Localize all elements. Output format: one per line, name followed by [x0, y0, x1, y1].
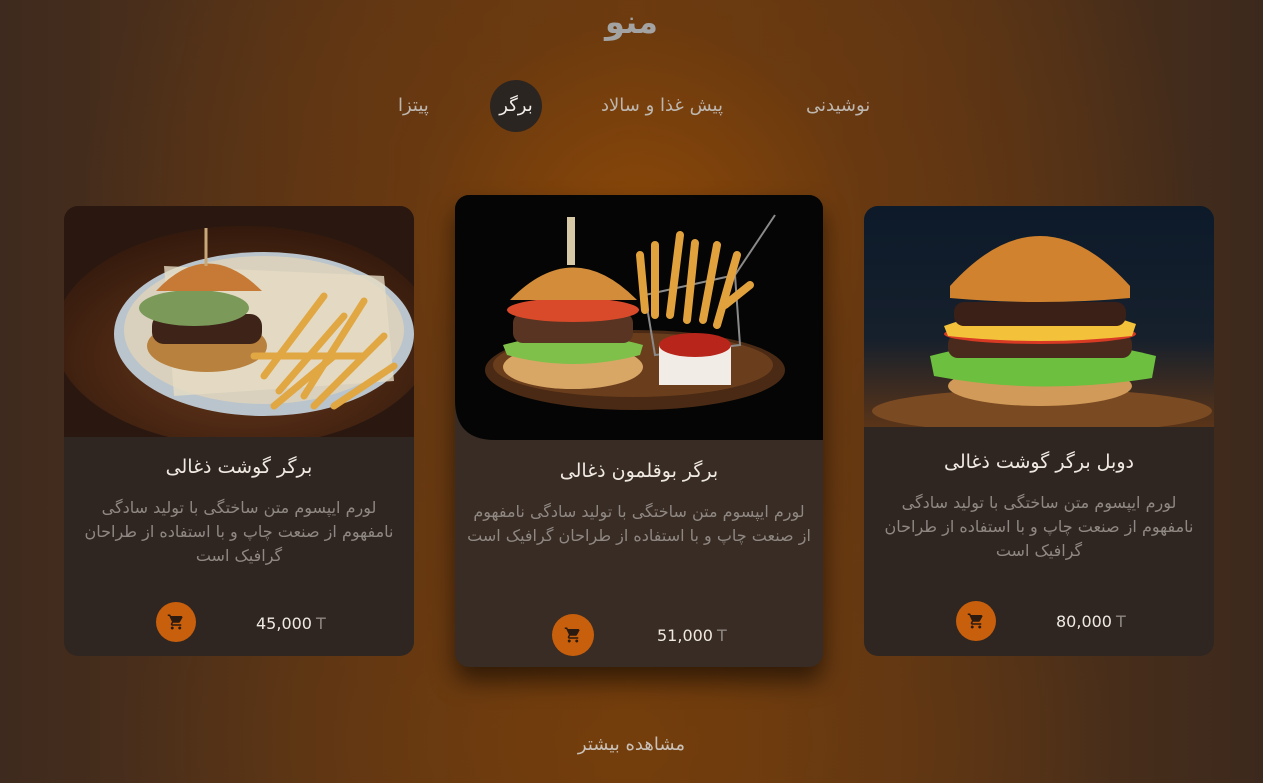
product-price: 51,000 T: [657, 626, 727, 645]
product-card[interactable]: دوبل برگر گوشت ذغالی لورم ایپسوم متن ساخ…: [864, 206, 1214, 656]
shopping-cart-icon: [167, 613, 185, 631]
page-title: منو: [605, 3, 658, 41]
product-price: 45,000 T: [256, 614, 326, 633]
product-description: لورم ایپسوم متن ساختگی با تولید سادگی نا…: [884, 493, 1194, 560]
currency-symbol: T: [315, 614, 326, 633]
shopping-cart-icon: [967, 612, 985, 630]
price-value: 45,000: [256, 614, 312, 633]
price-value: 51,000: [657, 626, 713, 645]
currency-symbol: T: [1115, 612, 1126, 631]
add-to-cart-button[interactable]: [552, 614, 594, 656]
product-card-featured[interactable]: برگر بوقلمون ذغالی لورم ایپسوم متن ساختگ…: [455, 195, 823, 667]
product-price: 80,000 T: [1056, 612, 1126, 631]
product-photo: [64, 206, 414, 437]
product-name: برگر بوقلمون ذغالی: [559, 460, 719, 482]
tab-burger[interactable]: برگر: [490, 80, 542, 132]
add-to-cart-button[interactable]: [156, 602, 196, 642]
product-photo: [455, 195, 823, 440]
product-name: برگر گوشت ذغالی: [165, 456, 313, 478]
shopping-cart-icon: [564, 626, 582, 644]
product-description: لورم ایپسوم متن ساختگی با تولید سادگی نا…: [84, 498, 394, 565]
add-to-cart-button[interactable]: [956, 601, 996, 641]
product-photo: [864, 206, 1214, 427]
tab-appetizers-salads[interactable]: پیش غذا و سالاد: [601, 80, 723, 132]
product-card[interactable]: برگر گوشت ذغالی لورم ایپسوم متن ساختگی ب…: [64, 206, 414, 656]
category-tabs: نوشیدنی پیش غذا و سالاد برگر پیتزا: [0, 80, 1263, 132]
view-more-link[interactable]: مشاهده بیشتر: [0, 734, 1263, 755]
tab-pizza[interactable]: پیتزا: [398, 80, 429, 132]
price-value: 80,000: [1056, 612, 1112, 631]
tab-drinks[interactable]: نوشیدنی: [806, 80, 870, 132]
currency-symbol: T: [716, 626, 727, 645]
product-name: دوبل برگر گوشت ذغالی: [944, 451, 1134, 473]
product-description: لورم ایپسوم متن ساختگی با تولید سادگی نا…: [467, 502, 811, 545]
